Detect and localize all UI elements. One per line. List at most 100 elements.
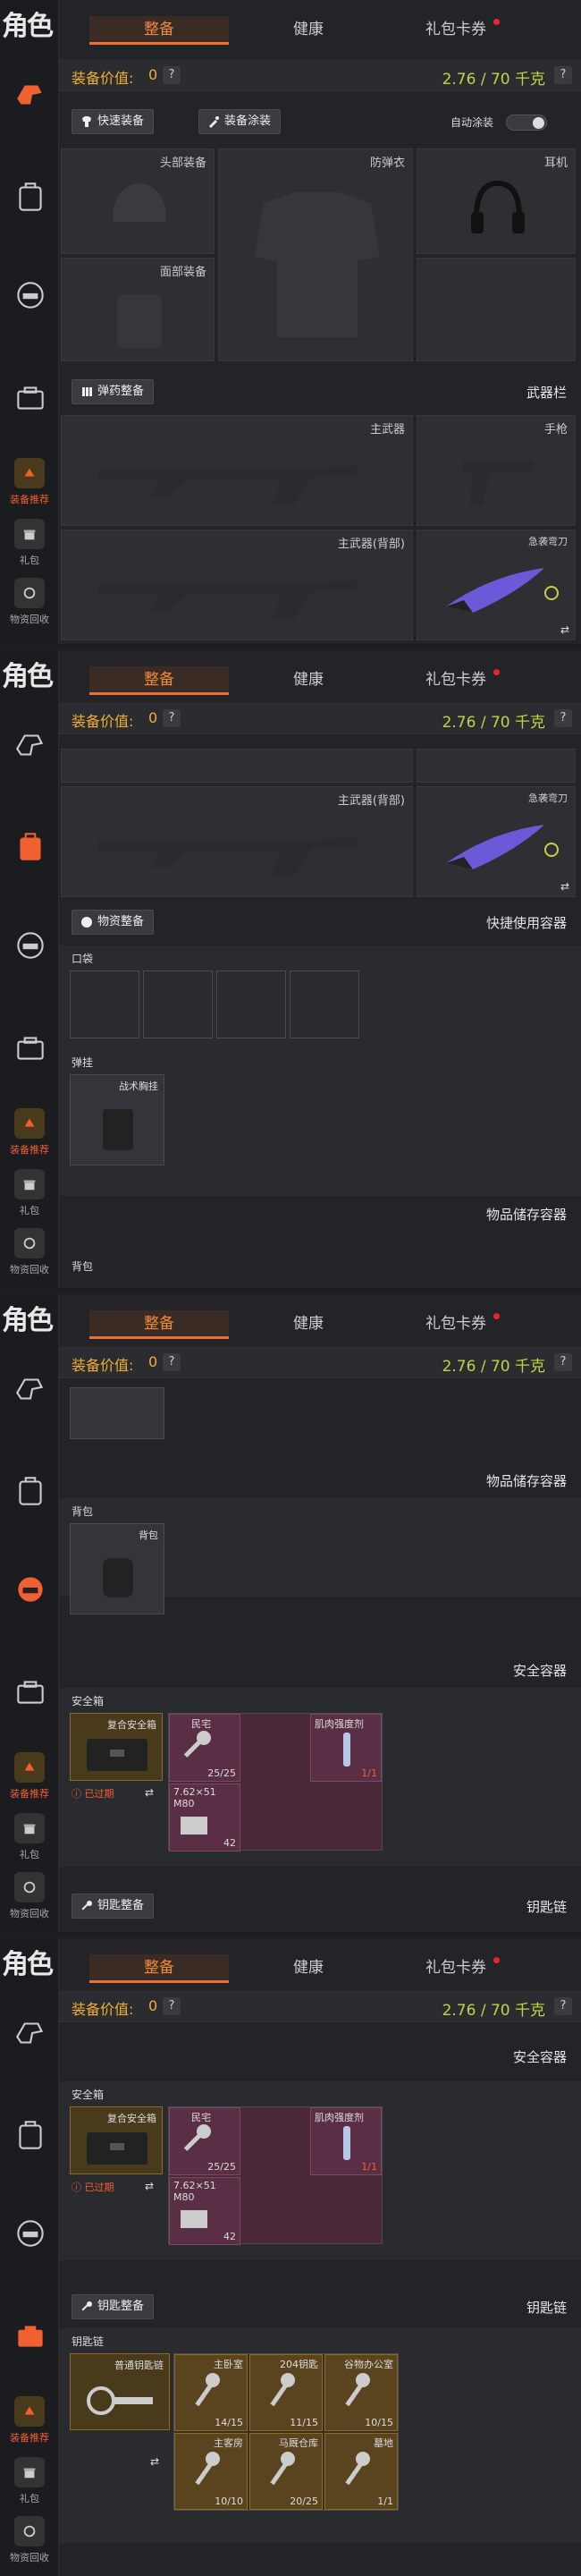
key-item[interactable]: 谷物办公室 10/15 [324,2354,398,2431]
slot-main-weapon[interactable] [61,749,413,783]
slot-main-back[interactable]: 主武器(背部) [61,530,413,640]
swap-icon[interactable]: ⇄ [145,1786,154,1799]
quick-equip-button[interactable]: 快速装备 [72,109,155,134]
swap-icon[interactable]: ⇄ [145,2180,154,2192]
tab-equipment[interactable]: 整备 [89,1310,229,1339]
recommend-icon[interactable] [14,458,45,488]
sidebar-backpack-icon[interactable] [9,2114,52,2157]
recommend-icon[interactable] [14,1108,45,1139]
rig-slot[interactable]: 战术胸挂 [70,1074,164,1165]
auto-paint-toggle[interactable] [506,114,547,131]
recycle-icon[interactable] [14,2516,45,2546]
tab-gift-cards[interactable]: 礼包卡券 [393,1310,518,1339]
help-button[interactable]: ? [163,1353,181,1371]
sidebar-backpack-icon[interactable] [9,1470,52,1513]
tab-gift-cards[interactable]: 礼包卡券 [393,1954,518,1983]
pocket-slot[interactable] [290,970,359,1038]
slot-pistol[interactable] [417,749,576,783]
key-item[interactable]: 墓地 1/1 [324,2433,398,2510]
safe-item[interactable]: 7.62×51 M80 42 [169,2177,240,2245]
paint-button[interactable]: 装备涂装 [198,109,282,134]
pocket-slot[interactable] [216,970,286,1038]
slot-pistol[interactable]: 手枪 [417,415,576,526]
pocket-slot[interactable] [143,970,213,1038]
tab-gift-cards[interactable]: 礼包卡券 [393,666,518,695]
sidebar-backpack-icon[interactable] [9,826,52,869]
safe-box-slot[interactable]: 复合安全箱 [70,2106,163,2174]
weight-help-button[interactable]: ? [554,1353,572,1371]
help-button[interactable]: ? [163,709,181,727]
item-count: 14/15 [215,2417,243,2428]
key-item[interactable]: 主卧室 14/15 [174,2354,248,2431]
sidebar-box-icon[interactable] [9,2314,52,2357]
sidebar-character-icon[interactable] [9,724,52,767]
slot-ear[interactable]: 耳机 [417,148,576,254]
slot-armor[interactable]: 防弹衣 [218,148,413,361]
sidebar-helmet-icon[interactable] [9,2212,52,2255]
weight-help-button[interactable]: ? [554,66,572,84]
slot-head[interactable]: 头部装备 [61,148,215,254]
sidebar-helmet-icon[interactable] [9,1568,52,1611]
key-item[interactable]: 马厩仓库 20/25 [249,2433,323,2510]
tab-health[interactable]: 健康 [250,1310,366,1339]
weight-help-button[interactable]: ? [554,1997,572,2015]
keychain-slot[interactable]: 普通钥匙链 [70,2353,170,2430]
safe-box-slot[interactable]: 复合安全箱 [70,1713,163,1781]
keychain-label: 钥匙链 [72,2335,105,2348]
safe-item[interactable]: 7.62×51 M80 42 [169,1784,240,1852]
pocket-slot[interactable] [70,970,139,1038]
tab-gift-cards[interactable]: 礼包卡券 [393,16,518,45]
tab-equipment[interactable]: 整备 [89,666,229,695]
equip-value-label: 装备价值: [72,713,134,730]
sidebar-helmet-icon[interactable] [9,924,52,967]
swap-icon[interactable]: ⇄ [150,2455,159,2468]
swap-icon[interactable]: ⇄ [560,880,569,893]
sidebar-helmet-icon[interactable] [9,274,52,317]
safe-item[interactable]: 民宅 25/25 [169,2107,240,2175]
key-item[interactable]: 主客房 10/10 [174,2433,248,2510]
tab-health[interactable]: 健康 [250,1954,366,1983]
slot-main-weapon[interactable]: 主武器 [61,415,413,526]
recommend-icon[interactable] [14,2396,45,2427]
gift-icon[interactable] [14,1813,45,1843]
recommend-icon[interactable] [14,1752,45,1783]
rig-slot[interactable] [70,1387,164,1439]
weight-help-button[interactable]: ? [554,709,572,727]
keys-button[interactable]: 钥匙整备 [72,1894,155,1919]
help-button[interactable]: ? [163,1997,181,2015]
safe-item[interactable]: 肌肉强度剂 1/1 [310,2107,382,2175]
recycle-icon[interactable] [14,1872,45,1902]
slot-knife[interactable]: 急袭弯刀 ⇄ [417,786,576,897]
sidebar-character-icon[interactable] [9,2012,52,2055]
key-item[interactable]: 204钥匙 11/15 [249,2354,323,2431]
recycle-icon[interactable] [14,1228,45,1258]
gift-icon[interactable] [14,1169,45,1199]
safe-item[interactable]: 民宅 25/25 [169,1714,240,1782]
safe-item[interactable]: 肌肉强度剂 1/1 [310,1714,382,1782]
sidebar-box-icon[interactable] [9,1670,52,1713]
ammo-button[interactable]: 弹药整备 [72,379,155,404]
keys-button[interactable]: 钥匙整备 [72,2294,155,2319]
bag-slot[interactable]: 背包 [70,1523,164,1614]
sidebar-box-icon[interactable] [9,376,52,419]
slot-main-back[interactable]: 主武器(背部) [61,786,413,897]
sidebar-character-icon[interactable] [9,1368,52,1411]
sidebar-label-recycle: 物资回收 [10,614,49,625]
sidebar-label-recommend: 装备推荐 [10,1144,49,1156]
gift-icon[interactable] [14,519,45,549]
sidebar-backpack-icon[interactable] [9,175,52,218]
sidebar-label-recycle: 物资回收 [10,1908,49,1919]
sidebar-character-icon[interactable] [9,73,52,116]
slot-face[interactable]: 面部装备 [61,258,215,361]
sidebar-box-icon[interactable] [9,1026,52,1069]
tab-health[interactable]: 健康 [250,16,366,45]
help-button[interactable]: ? [163,66,181,84]
supplies-button[interactable]: 物资整备 [72,910,155,935]
recycle-icon[interactable] [14,578,45,608]
swap-icon[interactable]: ⇄ [560,623,569,636]
slot-knife[interactable]: 急袭弯刀 ⇄ [417,530,576,640]
tab-health[interactable]: 健康 [250,666,366,695]
gift-icon[interactable] [14,2457,45,2487]
tab-equipment[interactable]: 整备 [89,16,229,45]
tab-equipment[interactable]: 整备 [89,1954,229,1983]
